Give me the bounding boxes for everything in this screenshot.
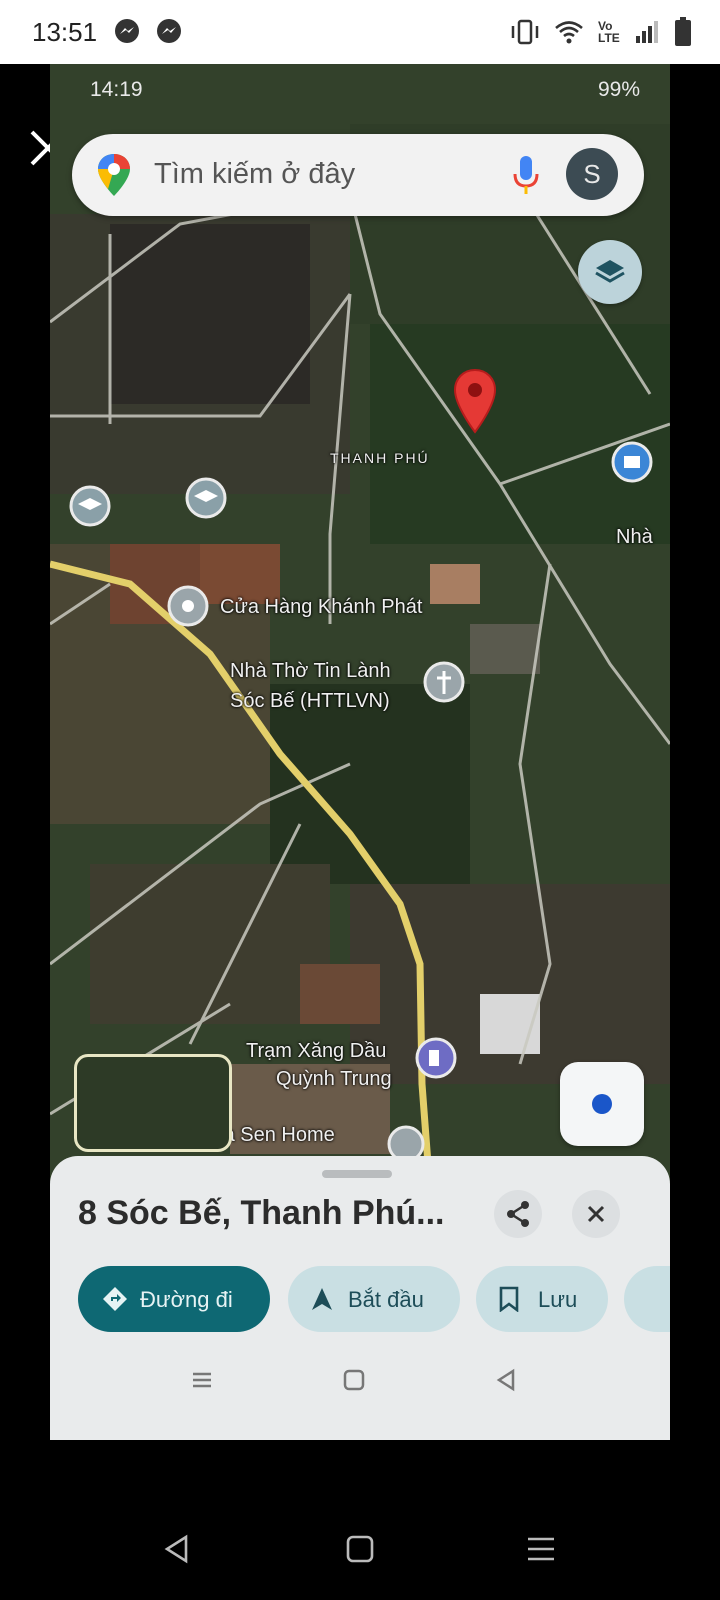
volte-icon: Vo LTE (598, 19, 620, 45)
embedded-screenshot: 14:19 99% Tìm kiếm ở đây S THANH PHÚ Cửa… (50, 64, 670, 1440)
layers-icon (595, 260, 625, 283)
map-label-edge[interactable]: Nhà (616, 526, 653, 549)
home-icon[interactable] (342, 1368, 366, 1392)
directions-label: Đường đi (140, 1287, 233, 1312)
save-label: Lưu (538, 1287, 578, 1312)
close-icon (587, 1205, 605, 1223)
map-label-area: THANH PHÚ (330, 450, 430, 466)
map-label-gas-1[interactable]: Trạm Xăng Dầu (246, 1040, 386, 1063)
more-actions-chip[interactable] (624, 1266, 670, 1332)
map-label-shop[interactable]: Cửa Hàng Khánh Phát (220, 596, 422, 619)
school-pin-icon[interactable] (68, 484, 112, 532)
search-bar[interactable]: Tìm kiếm ở đây S (72, 134, 644, 216)
share-icon (507, 1201, 529, 1227)
messenger-icon (115, 19, 139, 43)
navigation-arrow-icon (312, 1288, 332, 1310)
status-time: 13:51 (32, 17, 98, 47)
inner-time: 14:19 (90, 78, 143, 101)
directions-button[interactable]: Đường đi (78, 1266, 270, 1332)
close-sheet-button[interactable] (572, 1190, 620, 1238)
back-icon[interactable] (494, 1368, 518, 1392)
inner-battery: 99% (597, 78, 640, 101)
search-input[interactable]: Tìm kiếm ở đây (154, 158, 355, 191)
share-button[interactable] (494, 1190, 542, 1238)
recents-icon[interactable] (190, 1368, 214, 1392)
recents-icon[interactable] (526, 1534, 556, 1564)
wifi-icon (555, 21, 583, 44)
status-bar: 13:51 Vo LTE (0, 0, 720, 64)
avatar[interactable]: S (566, 148, 618, 200)
microphone-icon[interactable] (512, 154, 540, 196)
drag-handle[interactable] (322, 1170, 392, 1178)
battery-icon (675, 17, 691, 46)
place-bottom-sheet[interactable]: 8 Sóc Bế, Thanh Phú... Đường đi Bắt đầu … (50, 1156, 670, 1440)
messenger-icon (157, 19, 181, 43)
minimap-thumbnail[interactable] (74, 1054, 232, 1152)
my-location-icon (592, 1094, 612, 1114)
back-icon[interactable] (162, 1534, 192, 1564)
layers-button[interactable] (578, 240, 642, 304)
map-label-church-2[interactable]: Sóc Bế (HTTLVN) (230, 690, 390, 713)
school-pin-icon[interactable] (184, 476, 228, 524)
church-pin-icon[interactable] (422, 660, 466, 708)
start-label: Bắt đầu (348, 1287, 424, 1312)
google-maps-logo-icon (98, 154, 130, 196)
start-button[interactable]: Bắt đầu (288, 1266, 460, 1332)
location-pin-icon[interactable] (452, 368, 498, 434)
signal-icon (636, 21, 658, 43)
inner-status-bar: 14:19 99% (50, 64, 670, 116)
status-icons: Vo LTE (510, 16, 692, 48)
vibrate-icon (511, 19, 539, 45)
place-title: 8 Sóc Bế, Thanh Phú... (78, 1194, 445, 1232)
map-label-gas-2[interactable]: Quỳnh Trung (276, 1068, 392, 1091)
save-button[interactable]: Lưu (476, 1266, 608, 1332)
directions-icon (103, 1287, 127, 1311)
my-location-button[interactable] (560, 1062, 644, 1146)
bookmark-icon (499, 1286, 519, 1312)
bank-pin-icon[interactable] (610, 440, 654, 488)
map-label-church-1[interactable]: Nhà Thờ Tin Lành (230, 660, 391, 683)
home-icon[interactable] (345, 1534, 375, 1564)
shop-pin-icon[interactable] (166, 584, 210, 632)
gas-station-pin-icon[interactable] (414, 1036, 458, 1084)
